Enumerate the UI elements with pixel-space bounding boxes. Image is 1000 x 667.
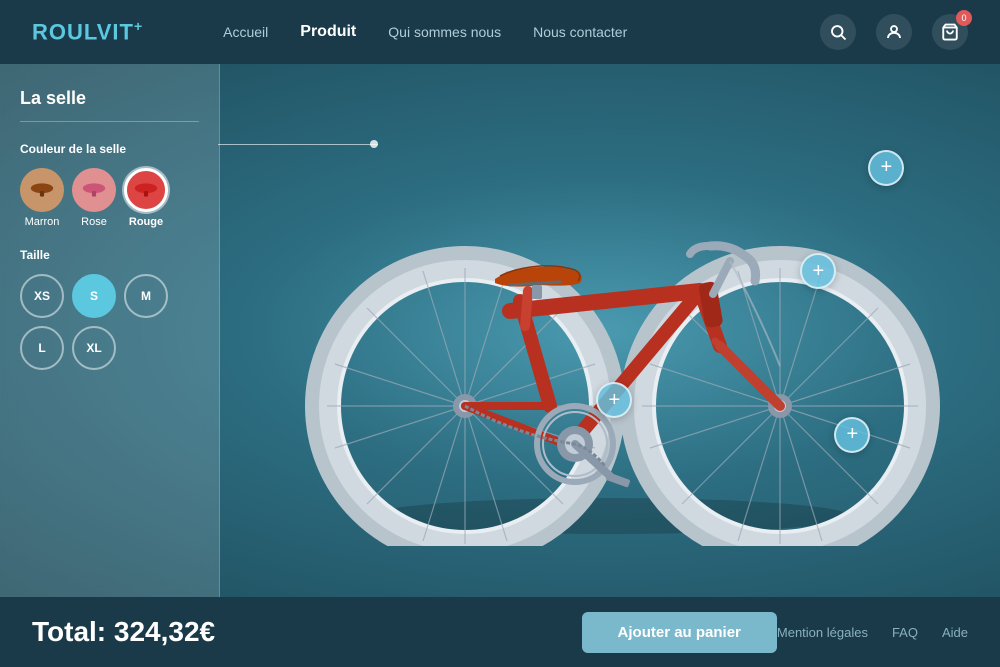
user-icon[interactable] bbox=[876, 14, 912, 50]
plus-btn-bottom-right[interactable]: + bbox=[834, 417, 870, 453]
logo-plus: + bbox=[134, 18, 143, 34]
nav: Accueil Produit Qui sommes nous Nous con… bbox=[223, 23, 820, 41]
footer-link-mentions[interactable]: Mention légales bbox=[777, 625, 868, 640]
footer: Total: 324,32€ Ajouter au panier Mention… bbox=[0, 597, 1000, 667]
color-swatch-marron[interactable]: Marron bbox=[20, 168, 64, 228]
color-swatch-rose[interactable]: Rose bbox=[72, 168, 116, 228]
color-section-label: Couleur de la selle bbox=[20, 142, 199, 156]
bike-image bbox=[270, 116, 950, 546]
size-s[interactable]: S bbox=[72, 274, 116, 318]
nav-qui[interactable]: Qui sommes nous bbox=[388, 24, 501, 40]
logo: ROULVIT+ bbox=[32, 18, 143, 45]
size-section: Taille XS S M L XL bbox=[20, 248, 199, 370]
nav-accueil[interactable]: Accueil bbox=[223, 24, 268, 40]
size-m[interactable]: M bbox=[124, 274, 168, 318]
header: ROULVIT+ Accueil Produit Qui sommes nous… bbox=[0, 0, 1000, 64]
connector-line bbox=[218, 144, 378, 145]
color-swatches: Marron Rose bbox=[20, 168, 199, 228]
sidebar-panel: La selle Couleur de la selle Marron bbox=[0, 64, 220, 597]
add-to-cart-button[interactable]: Ajouter au panier bbox=[582, 612, 777, 653]
logo-accent: VIT bbox=[97, 20, 134, 45]
swatch-label-rose: Rose bbox=[81, 216, 107, 228]
total-price: Total: 324,32€ bbox=[32, 616, 582, 648]
cart-badge-count: 0 bbox=[956, 10, 972, 26]
sidebar-title: La selle bbox=[20, 88, 199, 122]
footer-link-faq[interactable]: FAQ bbox=[892, 625, 918, 640]
size-xs[interactable]: XS bbox=[20, 274, 64, 318]
size-grid: XS S M L XL bbox=[20, 274, 199, 370]
swatch-label-marron: Marron bbox=[25, 216, 60, 228]
footer-link-aide[interactable]: Aide bbox=[942, 625, 968, 640]
swatch-label-rouge: Rouge bbox=[129, 216, 163, 228]
nav-produit[interactable]: Produit bbox=[300, 23, 356, 41]
logo-text: ROUL bbox=[32, 20, 97, 45]
size-l[interactable]: L bbox=[20, 326, 64, 370]
cart-icon[interactable]: 0 bbox=[932, 14, 968, 50]
header-icons: 0 bbox=[820, 14, 968, 50]
search-icon[interactable] bbox=[820, 14, 856, 50]
footer-links: Mention légales FAQ Aide bbox=[777, 625, 968, 640]
size-section-label: Taille bbox=[20, 248, 199, 262]
nav-contact[interactable]: Nous contacter bbox=[533, 24, 627, 40]
size-xl[interactable]: XL bbox=[72, 326, 116, 370]
color-swatch-rouge[interactable]: Rouge bbox=[124, 168, 168, 228]
bike-container: + + + + bbox=[270, 116, 950, 546]
